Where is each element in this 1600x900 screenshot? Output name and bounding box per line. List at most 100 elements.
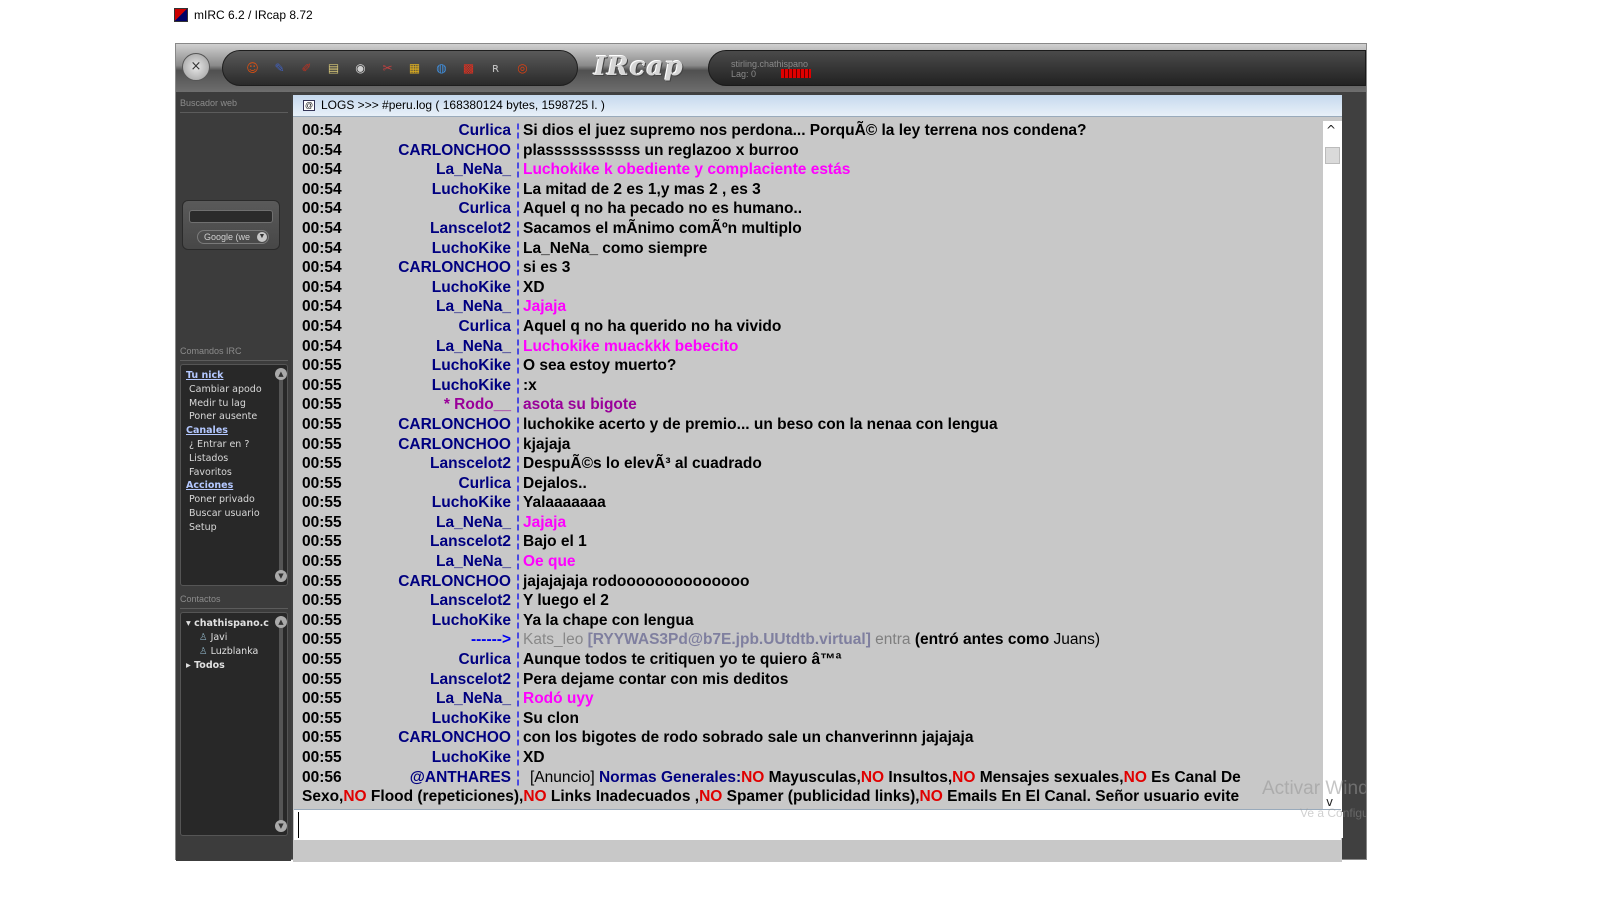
ircap-icon[interactable]: ʀ — [486, 59, 505, 78]
message-nick[interactable]: LuchoKike — [432, 493, 511, 513]
separator-bar: ¦ — [516, 239, 521, 257]
join-notice: Kats_leo [RYYWAS3Pd@b7E.jpb.UUtdtb.virtu… — [523, 630, 1100, 650]
globe-icon[interactable]: ◍ — [432, 59, 451, 78]
message-nick[interactable]: LuchoKike — [432, 356, 511, 376]
smiley-icon[interactable]: ☺ — [243, 59, 262, 78]
message-time: 00:55 — [302, 611, 342, 629]
message-nick[interactable]: Curlica — [458, 317, 511, 337]
message-time: 00:54 — [302, 219, 342, 237]
command-section-tu-nick[interactable]: Tu nick — [186, 370, 223, 381]
command-item-medir-tu-lag[interactable]: Medir tu lag — [189, 398, 246, 409]
message-nick[interactable]: Lanscelot2 — [430, 670, 511, 690]
message-nick[interactable]: La_NeNa_ — [436, 513, 511, 533]
command-section-canales[interactable]: Canales — [186, 425, 228, 436]
notes-icon[interactable]: ▤ — [324, 59, 343, 78]
rule-text: Flood (repeticiones), — [366, 788, 524, 806]
contact-group[interactable]: ▾ chathispano.c — [186, 618, 269, 629]
app-window: × ☺ ✎ ✐ ▤ ◉ ✂ ▦ ◍ ▩ ʀ ◎ IRcap stirling.chathispano… — [175, 43, 1367, 862]
grid-icon[interactable]: ▩ — [459, 59, 478, 78]
message-nick[interactable]: La_NeNa_ — [436, 160, 511, 180]
message-text: Si dios el juez supremo nos perdona... P… — [523, 122, 1087, 139]
irc-commands-header: Comandos IRC — [180, 346, 288, 361]
message-nick[interactable]: La_NeNa_ — [436, 337, 511, 357]
command-section-acciones[interactable]: Acciones — [186, 480, 233, 491]
message-nick[interactable]: La_NeNa_ — [436, 552, 511, 572]
command-item-favoritos[interactable]: Favoritos — [189, 467, 232, 478]
log-window: @ LOGS >>> #peru.log ( 168380124 bytes, … — [293, 95, 1343, 862]
message-nick[interactable]: Curlica — [458, 474, 511, 494]
command-item-poner-ausente[interactable]: Poner ausente — [189, 411, 257, 422]
search-engine-select[interactable]: Google (we ▼ — [197, 230, 269, 244]
message-nick[interactable]: LuchoKike — [432, 611, 511, 631]
scroll-up-icon[interactable]: ▲ — [275, 616, 287, 628]
chat-message: 00:55 CARLONCHOO ¦ kjajaja — [293, 435, 1323, 455]
separator-bar: ¦ — [516, 749, 521, 766]
scroll-up-icon[interactable]: ▲ — [275, 368, 287, 380]
close-button[interactable]: × — [182, 53, 210, 81]
message-nick[interactable]: LuchoKike — [432, 748, 511, 768]
message-nick[interactable]: Lanscelot2 — [430, 454, 511, 474]
contact-item[interactable]: ♙ Javi — [199, 632, 227, 643]
chat-message: 00:55 * Rodo__ ¦ asota su bigote — [293, 395, 1323, 415]
message-nick[interactable]: LuchoKike — [432, 376, 511, 396]
pen-icon[interactable]: ✐ — [297, 59, 316, 78]
separator-bar: ¦ — [516, 729, 521, 747]
scroll-thumb[interactable] — [1325, 147, 1340, 164]
lifebuoy-icon[interactable]: ◎ — [513, 59, 532, 78]
chat-message: 00:55 LuchoKike ¦:x — [293, 376, 1323, 396]
message-nick[interactable]: CARLONCHOO — [398, 572, 511, 592]
message-nick[interactable]: CARLONCHOO — [398, 415, 511, 435]
message-nick[interactable]: LuchoKike — [432, 239, 511, 259]
messages-scrollbar[interactable]: ^ v — [1323, 121, 1342, 811]
command-item-poner-privado[interactable]: Poner privado — [189, 494, 255, 505]
message-text: Jajaja — [523, 298, 567, 316]
contacts-scrollbar[interactable]: ▲ ▼ — [275, 616, 287, 832]
pin-icon[interactable]: ✎ — [270, 59, 289, 78]
message-nick[interactable]: Curlica — [458, 199, 511, 219]
message-nick[interactable]: La_NeNa_ — [436, 689, 511, 709]
message-time: 00:55 — [302, 553, 342, 571]
separator-bar: ¦ — [516, 651, 521, 669]
window-titlebar: mIRC 6.2 / IRcap 8.72 — [174, 5, 313, 25]
command-item-setup[interactable]: Setup — [189, 522, 217, 533]
command-item-cambiar-apodo[interactable]: Cambiar apodo — [189, 384, 262, 395]
command-item-buscar-usuario[interactable]: Buscar usuario — [189, 508, 260, 519]
message-time: 00:54 — [302, 337, 342, 355]
message-nick[interactable]: Curlica — [458, 121, 511, 141]
chevron-up-icon[interactable]: ^ — [1326, 123, 1336, 137]
message-nick[interactable]: Curlica — [458, 650, 511, 670]
contact-item[interactable]: ♙ Luzblanka — [199, 646, 258, 657]
message-nick[interactable]: LuchoKike — [432, 709, 511, 729]
message-text: Pera dejame contar con mis deditos — [523, 670, 789, 688]
disc-icon[interactable]: ◉ — [351, 59, 370, 78]
message-nick[interactable]: Lanscelot2 — [430, 591, 511, 611]
chat-input[interactable] — [298, 812, 1343, 838]
message-nick[interactable]: CARLONCHOO — [398, 728, 511, 748]
commands-scrollbar[interactable]: ▲ ▼ — [275, 368, 287, 582]
command-item-entrar-en[interactable]: ¿ Entrar en ? — [189, 439, 249, 450]
message-nick[interactable]: * Rodo__ — [444, 395, 511, 415]
toolbar-icons: ☺ ✎ ✐ ▤ ◉ ✂ ▦ ◍ ▩ ʀ ◎ — [222, 50, 578, 86]
message-nick[interactable]: La_NeNa_ — [436, 297, 511, 317]
contact-group-all[interactable]: ▸ Todos — [186, 660, 225, 671]
message-text: Bajo el 1 — [523, 533, 587, 551]
announcement-message: 00:56 @ANTHARES ¦ [Anuncio] Normas Generale… — [293, 768, 1323, 807]
chat-message: 00:55 CARLONCHOO ¦ jajajajaja rodoooooooooo… — [293, 572, 1323, 592]
message-text: La_NeNa_ como siempre — [523, 239, 708, 257]
message-nick[interactable]: Lanscelot2 — [430, 219, 511, 239]
chat-message: 00:54 LuchoKike ¦ La_NeNa_ como siempre — [293, 239, 1323, 259]
scroll-down-icon[interactable]: ▼ — [275, 570, 287, 582]
scroll-down-icon[interactable]: ▼ — [275, 820, 287, 832]
tools-icon[interactable]: ✂ — [378, 59, 397, 78]
message-nick[interactable]: LuchoKike — [432, 180, 511, 200]
message-nick[interactable]: LuchoKike — [432, 278, 511, 298]
message-nick[interactable]: CARLONCHOO — [398, 258, 511, 278]
message-nick[interactable]: CARLONCHOO — [398, 435, 511, 455]
message-nick[interactable]: Lanscelot2 — [430, 532, 511, 552]
gift-icon[interactable]: ▦ — [405, 59, 424, 78]
separator-bar: ¦ — [516, 670, 521, 688]
message-nick[interactable]: CARLONCHOO — [398, 141, 511, 161]
message-nick[interactable]: ------> — [471, 630, 511, 650]
command-item-listados[interactable]: Listados — [189, 453, 228, 464]
web-search-input[interactable] — [189, 210, 273, 223]
